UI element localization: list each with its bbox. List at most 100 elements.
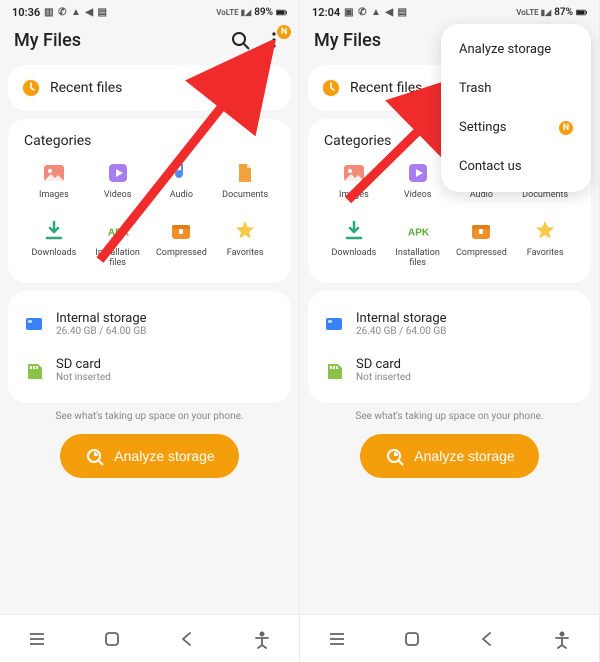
category-label: Images [339,191,369,201]
nav-home-button[interactable] [101,628,123,650]
menu-item-label: Settings [459,120,506,135]
category-label: Images [39,191,69,201]
internal-storage-icon [324,315,344,333]
category-documents[interactable]: Documents [213,161,277,201]
internal-storage-row[interactable]: Internal storage 26.40 GB / 64.00 GB [22,305,277,343]
category-label: Installation files [395,249,439,269]
downloads-icon [342,219,366,243]
storage-card: Internal storage 26.40 GB / 64.00 GB SD … [8,291,291,403]
category-favorites[interactable]: Favorites [213,219,277,269]
apk-icon [106,219,130,243]
search-icon [229,29,251,51]
category-images[interactable]: Images [22,161,86,201]
menu-item-label: Contact us [459,159,522,174]
battery-icon [276,7,287,18]
categories-card: Categories Images Videos Audio Documents… [8,119,291,283]
status-time: 12:04 [312,6,340,19]
sd-card-title: SD card [356,357,411,372]
internal-storage-sub: 26.40 GB / 64.00 GB [356,326,447,337]
audio-icon [169,161,193,185]
favorites-icon [233,219,257,243]
categories-title: Categories [22,133,277,149]
sd-card-sub: Not inserted [56,372,111,383]
category-label: Audio [470,191,493,201]
sd-card-icon [24,361,44,379]
nav-accessibility-icon [551,628,573,650]
status-notif-icons: ▣ ✆ ▲ ◀ ▤ [344,7,408,18]
sd-card-row[interactable]: SD card Not inserted [22,351,277,389]
category-label: Favorites [227,249,264,259]
images-icon [42,161,66,185]
category-label: Downloads [332,249,377,259]
menu-item-label: Trash [459,81,491,96]
category-label: Downloads [32,249,77,259]
phone-screen-left: 10:36 ▥ ✆ ▲ ◀ ▤ VoLTE ▮◢ 89% My Files N … [0,0,300,662]
storage-card: Internal storage 26.40 GB / 64.00 GB SD … [308,291,591,403]
category-videos[interactable]: Videos [386,161,450,201]
category-label: Videos [104,191,132,201]
category-label: Favorites [527,249,564,259]
search-button[interactable] [229,29,251,51]
internal-storage-row[interactable]: Internal storage 26.40 GB / 64.00 GB [322,305,577,343]
nav-back-button[interactable] [476,628,498,650]
status-bar: 12:04 ▣ ✆ ▲ ◀ ▤ VoLTE ▮◢ 87% [300,0,599,19]
category-label: Audio [170,191,193,201]
menu-contact-us[interactable]: Contact us [441,147,591,186]
system-nav-bar [0,614,299,662]
recent-files-label: Recent files [50,80,122,96]
nav-back-button[interactable] [176,628,198,650]
status-signal-icon: VoLTE ▮◢ [516,8,551,17]
nav-accessibility-icon [251,628,273,650]
category-compressed[interactable]: Compressed [150,219,214,269]
analyze-storage-label: Analyze storage [414,448,514,464]
category-label: Documents [222,191,268,201]
recent-files-card[interactable]: Recent files [8,65,291,111]
documents-icon [233,161,257,185]
status-time: 10:36 [12,6,40,19]
nav-home-icon [401,628,423,650]
category-videos[interactable]: Videos [86,161,150,201]
categories-grid: Images Videos Audio Documents Downloads … [22,161,277,269]
videos-icon [406,161,430,185]
nav-recents-button[interactable] [26,628,48,650]
notification-badge: N [277,25,291,39]
menu-settings[interactable]: SettingsN [441,108,591,147]
page-title: My Files [14,30,81,51]
analyze-icon [84,446,104,466]
nav-home-button[interactable] [401,628,423,650]
compressed-icon [469,219,493,243]
category-apk[interactable]: Installation files [386,219,450,269]
sd-card-title: SD card [56,357,111,372]
status-bar: 10:36 ▥ ✆ ▲ ◀ ▤ VoLTE ▮◢ 89% [0,0,299,19]
category-label: Compressed [156,249,207,259]
nav-accessibility-button[interactable] [251,628,273,650]
nav-recents-button[interactable] [326,628,348,650]
more-button[interactable]: N [263,29,285,51]
analyze-storage-button[interactable]: Analyze storage [60,434,238,478]
category-audio[interactable]: Audio [150,161,214,201]
category-label: Compressed [456,249,507,259]
category-images[interactable]: Images [322,161,386,201]
menu-trash[interactable]: Trash [441,69,591,108]
internal-storage-title: Internal storage [356,311,447,326]
phone-screen-right: 12:04 ▣ ✆ ▲ ◀ ▤ VoLTE ▮◢ 87% My Files An… [300,0,600,662]
analyze-storage-button[interactable]: Analyze storage [360,434,538,478]
downloads-icon [42,219,66,243]
internal-storage-sub: 26.40 GB / 64.00 GB [56,326,147,337]
category-downloads[interactable]: Downloads [22,219,86,269]
nav-accessibility-button[interactable] [551,628,573,650]
menu-item-label: Analyze storage [459,42,551,57]
images-icon [342,161,366,185]
menu-analyze-storage[interactable]: Analyze storage [441,30,591,69]
app-header: My Files N [0,19,299,57]
category-downloads[interactable]: Downloads [322,219,386,269]
status-signal-icon: VoLTE ▮◢ [216,8,251,17]
sd-card-row[interactable]: SD card Not inserted [322,351,577,389]
analyze-storage-label: Analyze storage [114,448,214,464]
category-label: Videos [404,191,432,201]
category-label: Documents [522,191,568,201]
category-apk[interactable]: Installation files [86,219,150,269]
category-favorites[interactable]: Favorites [513,219,577,269]
recent-files-label: Recent files [350,80,422,96]
category-compressed[interactable]: Compressed [450,219,514,269]
